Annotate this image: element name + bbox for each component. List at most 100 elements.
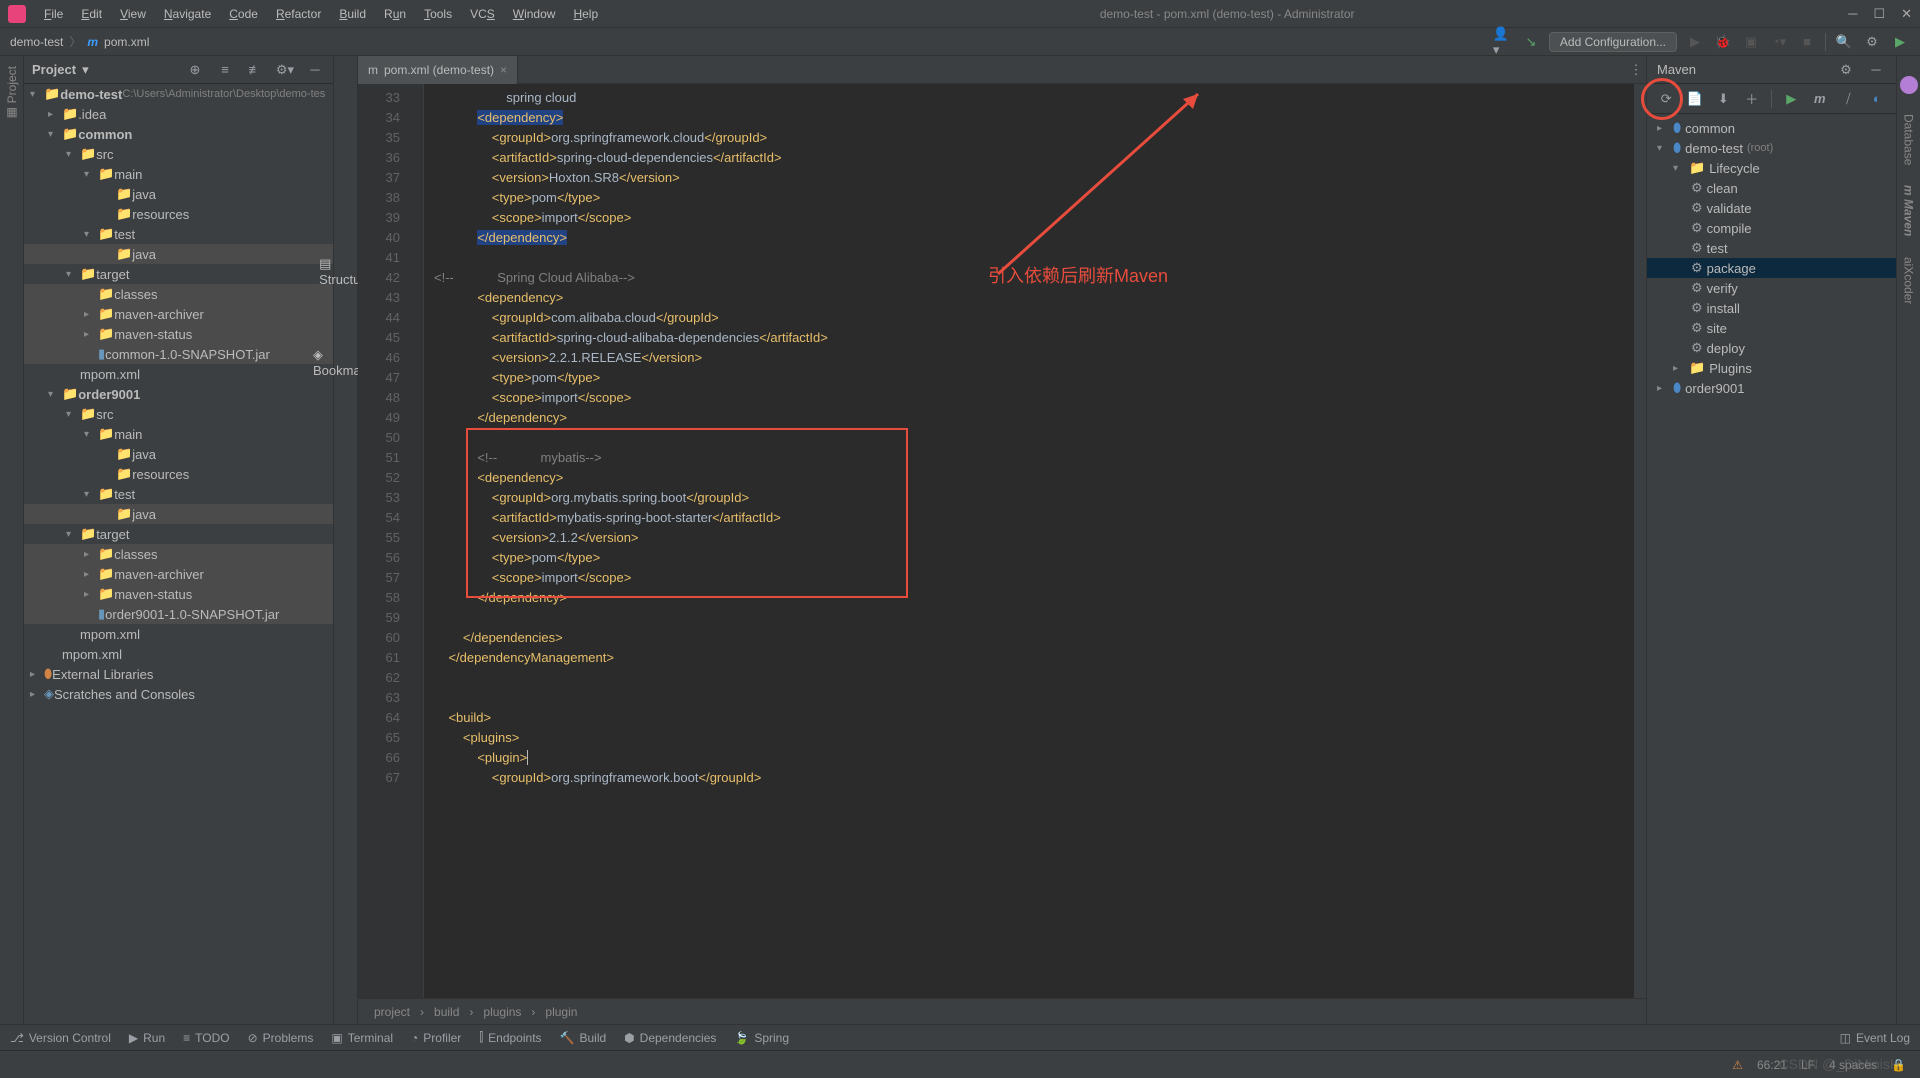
dependencies-button[interactable]: ⬢ Dependencies xyxy=(624,1031,716,1045)
menu-window[interactable]: Window xyxy=(505,5,564,23)
menu-navigate[interactable]: Navigate xyxy=(156,5,219,23)
tree-target[interactable]: target xyxy=(96,267,129,282)
maven-clean[interactable]: clean xyxy=(1707,181,1738,196)
tree-main[interactable]: main xyxy=(114,167,142,182)
tree-main2[interactable]: main xyxy=(114,427,142,442)
menu-help[interactable]: Help xyxy=(565,5,606,23)
tree-common[interactable]: common xyxy=(78,127,132,142)
download-sources-icon[interactable]: ⬇ xyxy=(1714,89,1733,109)
menu-code[interactable]: Code xyxy=(221,5,266,23)
reload-icon[interactable]: ⟳ xyxy=(1657,89,1676,109)
profiler-button[interactable]: ◔ Profiler xyxy=(411,1031,461,1045)
tab-close-icon[interactable]: × xyxy=(500,63,507,77)
breadcrumb-project[interactable]: demo-test xyxy=(10,35,63,49)
tree-java-test[interactable]: java xyxy=(132,247,156,262)
coverage-icon[interactable]: ▣ xyxy=(1741,32,1761,52)
maven-demo-test[interactable]: demo-test xyxy=(1685,141,1743,156)
tree-classes[interactable]: classes xyxy=(114,287,157,302)
tree-maven-archiver[interactable]: maven-archiver xyxy=(114,307,204,322)
database-tool-button[interactable]: Database xyxy=(1902,114,1916,165)
editor-scrollbar[interactable] xyxy=(1634,84,1646,998)
add-configuration-button[interactable]: Add Configuration... xyxy=(1549,32,1677,52)
tree-classes2[interactable]: classes xyxy=(114,547,157,562)
maven-hide-icon[interactable]: ─ xyxy=(1866,60,1886,80)
menu-view[interactable]: View xyxy=(112,5,154,23)
version-control-button[interactable]: ⎇ Version Control xyxy=(10,1031,111,1045)
terminal-button[interactable]: ▣ Terminal xyxy=(331,1031,393,1045)
tree-java[interactable]: java xyxy=(132,187,156,202)
hide-panel-icon[interactable]: ─ xyxy=(305,60,325,80)
collapse-all-icon[interactable]: ≢ xyxy=(245,60,265,80)
tree-common-jar[interactable]: common-1.0-SNAPSHOT.jar xyxy=(105,347,270,362)
maven-lifecycle[interactable]: Lifecycle xyxy=(1709,161,1760,176)
maven-test[interactable]: test xyxy=(1707,241,1728,256)
stop-icon[interactable]: ■ xyxy=(1797,32,1817,52)
tree-pom-root[interactable]: pom.xml xyxy=(73,647,122,662)
crumb-plugins[interactable]: plugins xyxy=(483,1005,521,1019)
maven-plugins[interactable]: Plugins xyxy=(1709,361,1752,376)
crumb-plugin[interactable]: plugin xyxy=(545,1005,577,1019)
menu-refactor[interactable]: Refactor xyxy=(268,5,329,23)
generate-sources-icon[interactable]: 📄 xyxy=(1686,89,1705,109)
expand-all-icon[interactable]: ≡ xyxy=(215,60,235,80)
warning-icon[interactable]: ⚠ xyxy=(1732,1058,1743,1072)
tree-java-test2[interactable]: java xyxy=(132,507,156,522)
search-icon[interactable]: 🔍 xyxy=(1834,32,1854,52)
code-content[interactable]: spring cloud <dependency> <groupId>org.s… xyxy=(424,84,1634,998)
tree-target2[interactable]: target xyxy=(96,527,129,542)
minimize-icon[interactable]: ─ xyxy=(1848,6,1857,22)
menu-tools[interactable]: Tools xyxy=(416,5,460,23)
project-view-label[interactable]: Project xyxy=(32,62,76,77)
maven-common[interactable]: common xyxy=(1685,121,1735,136)
run-maven-icon[interactable]: ▶ xyxy=(1782,89,1801,109)
menu-file[interactable]: File xyxy=(36,5,71,23)
maximize-icon[interactable]: ☐ xyxy=(1873,6,1885,22)
add-project-icon[interactable]: ＋ xyxy=(1743,89,1762,109)
endpoints-button[interactable]: ⫿ Endpoints xyxy=(479,1030,541,1045)
settings-icon[interactable]: ⚙ xyxy=(1862,32,1882,52)
event-log-button[interactable]: ◫ Event Log xyxy=(1840,1031,1910,1045)
maven-site[interactable]: site xyxy=(1707,321,1727,336)
tree-pom-common[interactable]: pom.xml xyxy=(91,367,140,382)
run-tool-button[interactable]: ▶ Run xyxy=(129,1031,165,1045)
tree-root[interactable]: demo-test xyxy=(60,87,122,102)
crumb-build[interactable]: build xyxy=(434,1005,459,1019)
tree-scratches[interactable]: Scratches and Consoles xyxy=(54,687,195,702)
maven-validate[interactable]: validate xyxy=(1707,201,1752,216)
debug-icon[interactable]: 🐞 xyxy=(1713,32,1733,52)
problems-button[interactable]: ⊘ Problems xyxy=(248,1031,314,1045)
select-opened-file-icon[interactable]: ⊕ xyxy=(185,60,205,80)
tree-order9001[interactable]: order9001 xyxy=(78,387,140,402)
hammer-icon[interactable]: ↘ xyxy=(1521,32,1541,52)
build-button[interactable]: 🔨 Build xyxy=(560,1031,607,1045)
user-icon[interactable]: 👤▾ xyxy=(1493,32,1513,52)
maven-deploy[interactable]: deploy xyxy=(1707,341,1745,356)
fold-gutter[interactable] xyxy=(408,84,424,998)
maven-package[interactable]: package xyxy=(1707,261,1756,276)
tree-src[interactable]: src xyxy=(96,147,113,162)
tree-maven-status[interactable]: maven-status xyxy=(114,327,192,342)
maven-install[interactable]: install xyxy=(1707,301,1740,316)
tree-maven-archiver2[interactable]: maven-archiver xyxy=(114,567,204,582)
tree-test[interactable]: test xyxy=(114,227,135,242)
menu-edit[interactable]: Edit xyxy=(73,5,110,23)
code-editor[interactable]: 3334353637383940414243444546474849505152… xyxy=(358,84,1646,998)
breadcrumb-file[interactable]: pom.xml xyxy=(104,35,149,49)
tree-resources2[interactable]: resources xyxy=(132,467,189,482)
run-anything-icon[interactable]: ▶ xyxy=(1890,32,1910,52)
menu-build[interactable]: Build xyxy=(331,5,374,23)
tree-src2[interactable]: src xyxy=(96,407,113,422)
maven-compile[interactable]: compile xyxy=(1707,221,1752,236)
tree-resources[interactable]: resources xyxy=(132,207,189,222)
tab-more-icon[interactable]: ⋮ xyxy=(1626,60,1646,80)
maven-verify[interactable]: verify xyxy=(1707,281,1738,296)
todo-button[interactable]: ≡ TODO xyxy=(183,1031,229,1045)
maven-settings-icon[interactable]: ⚙ xyxy=(1836,60,1856,80)
tree-order-jar[interactable]: order9001-1.0-SNAPSHOT.jar xyxy=(105,607,279,622)
tree-java2[interactable]: java xyxy=(132,447,156,462)
panel-settings-icon[interactable]: ⚙▾ xyxy=(275,60,295,80)
maven-order9001[interactable]: order9001 xyxy=(1685,381,1744,396)
menu-vcs[interactable]: VCS xyxy=(462,5,503,23)
tree-test2[interactable]: test xyxy=(114,487,135,502)
avatar-icon[interactable] xyxy=(1900,76,1918,94)
